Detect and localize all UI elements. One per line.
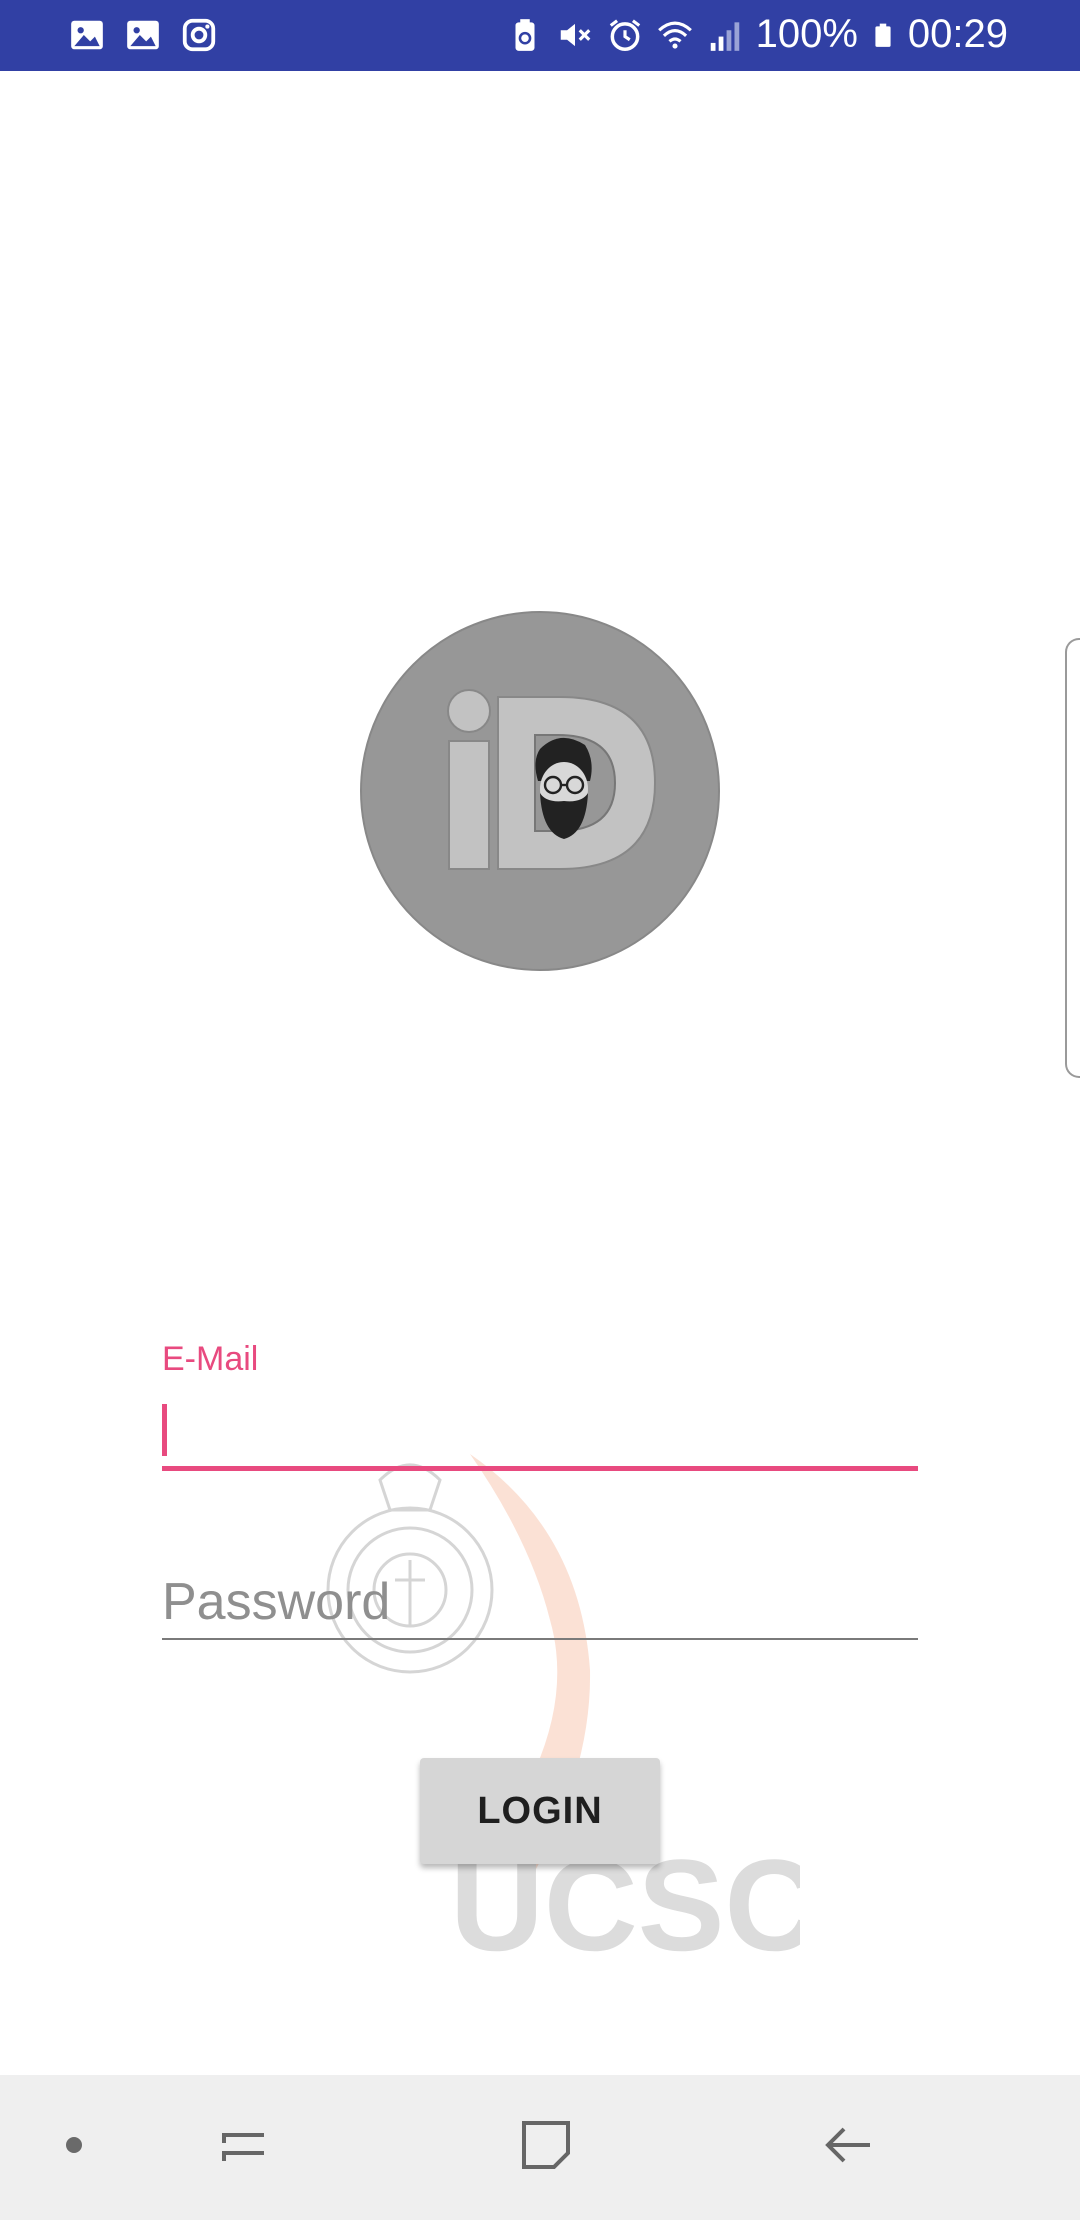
login-button[interactable]: LOGIN <box>420 1758 660 1864</box>
mute-icon <box>560 23 590 46</box>
battery-icon <box>875 23 891 47</box>
ucsc-watermark: UCSC <box>326 1454 800 1960</box>
instagram-icon <box>182 18 216 52</box>
navigation-bar <box>0 2075 1080 2220</box>
password-placeholder: Password <box>162 1573 391 1631</box>
battery-percent: 100% <box>755 12 858 56</box>
notification-icons <box>68 16 218 54</box>
nav-dot-indicator[interactable] <box>66 2137 82 2153</box>
alarm-icon <box>609 18 640 51</box>
email-label: E-Mail <box>162 1340 259 1378</box>
gallery-icon <box>71 20 103 50</box>
back-icon[interactable] <box>820 2115 880 2175</box>
email-field[interactable] <box>162 1395 918 1471</box>
signal-icon <box>710 21 739 51</box>
text-caret <box>162 1404 167 1456</box>
app-logo <box>360 611 720 971</box>
system-status: 100% 00:29 <box>506 12 1008 57</box>
gallery-icon <box>127 20 159 50</box>
recents-icon[interactable] <box>214 2115 274 2175</box>
clock: 00:29 <box>907 12 1008 56</box>
home-icon[interactable] <box>516 2115 576 2175</box>
battery-saver-icon <box>515 18 535 51</box>
status-bar: 100% 00:29 <box>0 0 1080 71</box>
edge-panel-handle[interactable] <box>1065 638 1080 1078</box>
wifi-icon <box>657 21 692 49</box>
